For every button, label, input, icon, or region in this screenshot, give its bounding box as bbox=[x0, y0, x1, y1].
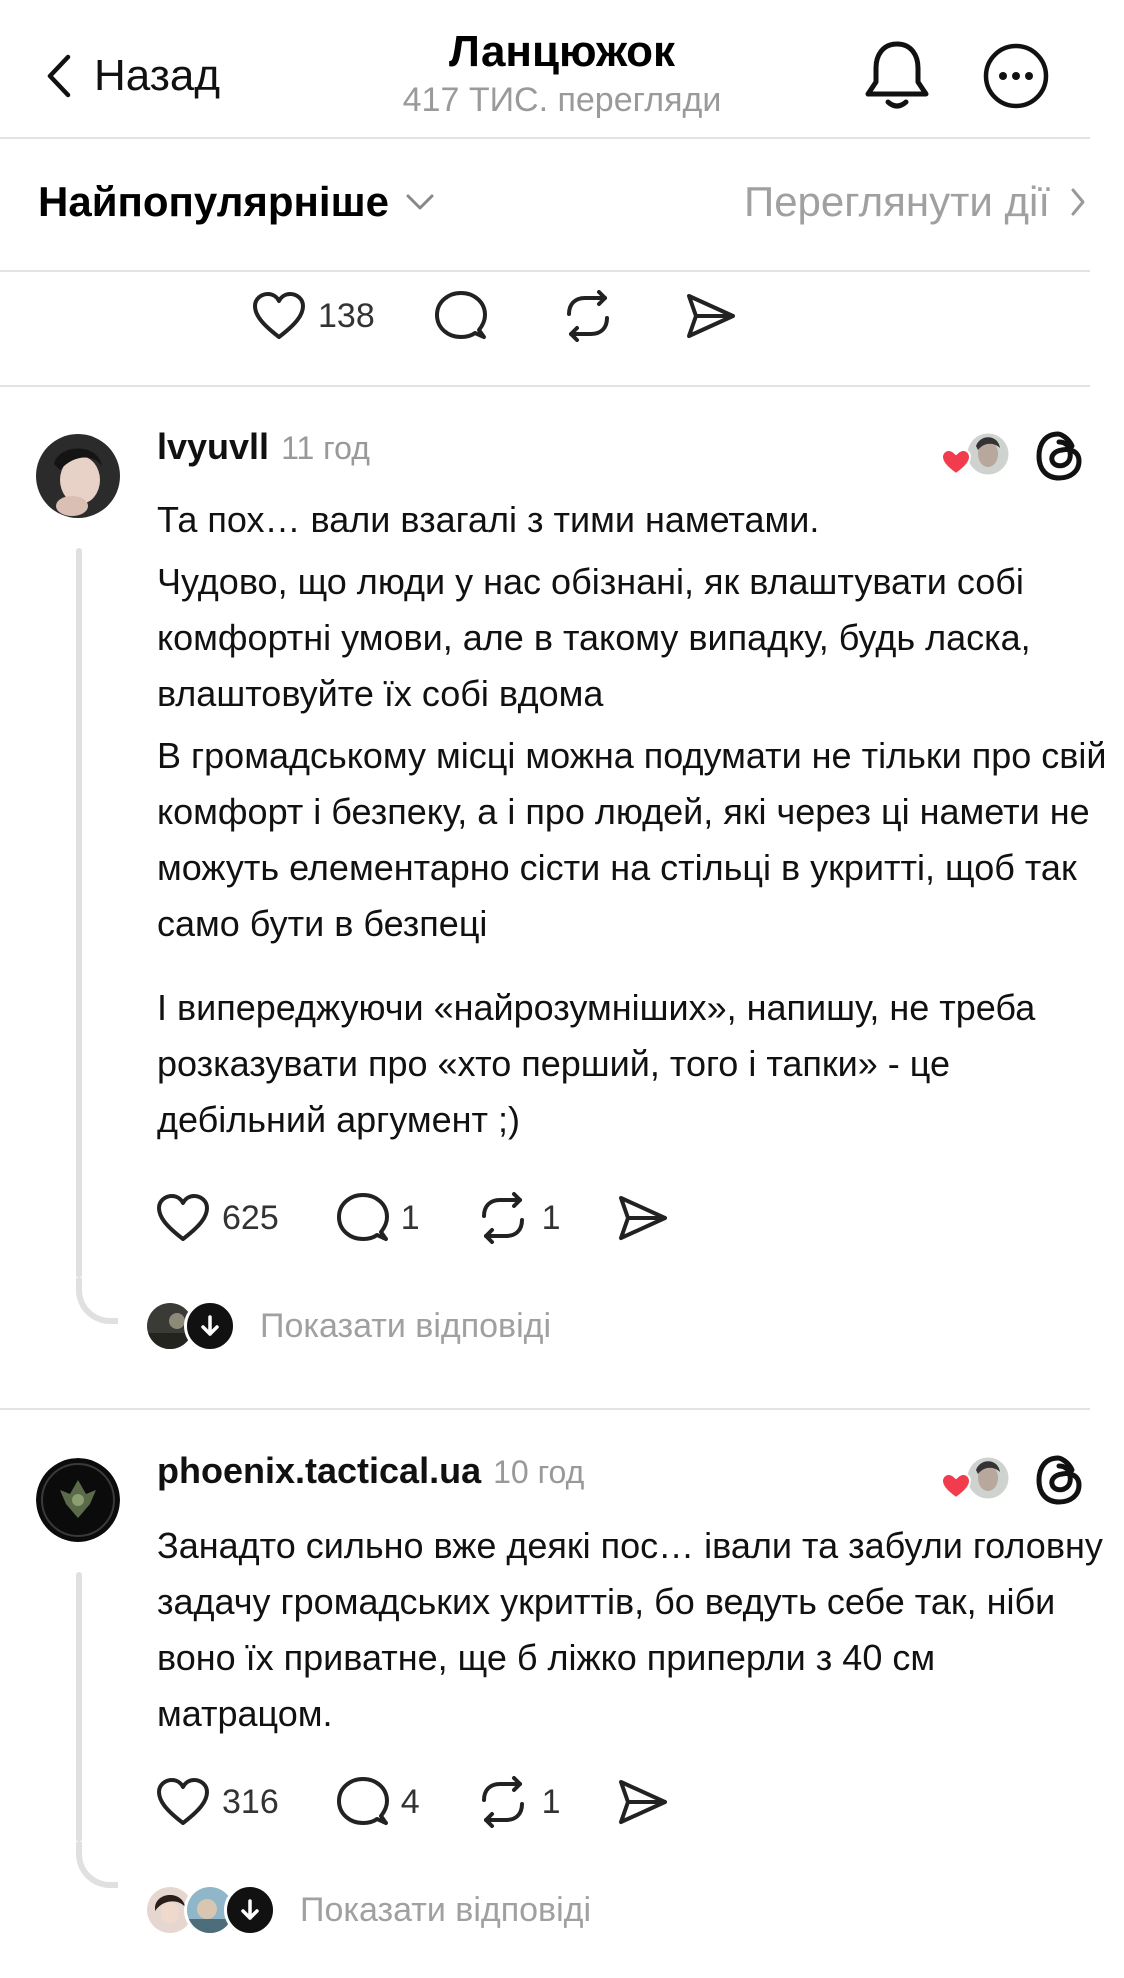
liked-by-indicator bbox=[940, 428, 1012, 484]
threads-logo-icon bbox=[1036, 431, 1082, 481]
thread-line-curve bbox=[76, 1278, 118, 1324]
post-body: Та пох… вали взагалі з тими наметами. Чу… bbox=[157, 492, 1117, 1148]
post-paragraph: Занадто сильно вже деякі пос… івали та з… bbox=[157, 1525, 1103, 1734]
liked-by-indicator bbox=[940, 1452, 1012, 1508]
comment-icon bbox=[336, 1777, 389, 1825]
repost-icon bbox=[481, 1776, 524, 1828]
repost-count: 1 bbox=[541, 1782, 561, 1821]
show-replies-label: Показати відповіді bbox=[260, 1306, 552, 1345]
like-button[interactable]: 625 bbox=[156, 1193, 279, 1243]
post-paragraph: В громадському місці можна подумати не т… bbox=[157, 735, 1107, 944]
like-count: 625 bbox=[222, 1198, 279, 1237]
header-divider bbox=[0, 137, 1090, 139]
comment-count: 4 bbox=[400, 1782, 420, 1821]
sort-dropdown[interactable]: Найпопулярніше bbox=[38, 178, 435, 226]
share-button[interactable] bbox=[685, 292, 737, 340]
share-icon bbox=[686, 294, 735, 338]
expand-replies-icon bbox=[224, 1884, 276, 1936]
expand-replies-icon bbox=[184, 1300, 236, 1352]
threads-logo-button[interactable] bbox=[1034, 428, 1086, 489]
post-divider bbox=[0, 1408, 1090, 1410]
share-button[interactable] bbox=[617, 1778, 669, 1826]
threads-logo-icon bbox=[1036, 1455, 1082, 1505]
sort-label: Найпопулярніше bbox=[38, 178, 389, 225]
post-body: Занадто сильно вже деякі пос… івали та з… bbox=[157, 1518, 1117, 1742]
repost-button[interactable]: 1 bbox=[476, 1192, 561, 1244]
post-actions: 316 4 1 bbox=[156, 1776, 669, 1828]
share-button[interactable] bbox=[617, 1194, 669, 1242]
thread-line bbox=[76, 548, 82, 1278]
like-button[interactable]: 138 bbox=[252, 291, 375, 341]
repost-button[interactable] bbox=[561, 290, 615, 342]
share-icon bbox=[618, 1780, 667, 1824]
username[interactable]: phoenix.tactical.ua bbox=[157, 1450, 481, 1492]
liked-by-icon bbox=[940, 1454, 1012, 1502]
post-paragraph: І випереджуючи «найрозумніших», напишу, … bbox=[157, 987, 1036, 1140]
comment-icon bbox=[336, 1193, 389, 1241]
share-icon bbox=[618, 1196, 667, 1240]
page-title: Ланцюжок bbox=[448, 27, 676, 76]
show-replies-button[interactable]: Показати відповіді bbox=[144, 1300, 551, 1352]
post-paragraph: Чудово, що люди у нас обізнані, як влашт… bbox=[157, 561, 1031, 714]
timestamp: 10 год bbox=[493, 1454, 585, 1490]
header-title-block: Ланцюжок 417 ТИС. перегляди bbox=[300, 26, 824, 122]
like-button[interactable]: 316 bbox=[156, 1777, 279, 1827]
thread-line-curve bbox=[76, 1842, 118, 1888]
avatar[interactable] bbox=[36, 1458, 120, 1542]
post-divider bbox=[0, 385, 1090, 387]
comment-icon bbox=[434, 291, 487, 339]
bell-button[interactable] bbox=[862, 36, 932, 112]
comment-button[interactable]: 4 bbox=[336, 1776, 420, 1828]
show-replies-button[interactable]: Показати відповіді bbox=[144, 1884, 591, 1936]
heart-icon bbox=[253, 292, 305, 339]
chevron-down-icon bbox=[406, 194, 434, 210]
more-options-button[interactable] bbox=[982, 42, 1050, 110]
thread-line bbox=[76, 1572, 82, 1842]
post-actions: 625 1 1 bbox=[156, 1192, 669, 1244]
post-paragraph: Та пох… вали взагалі з тими наметами. bbox=[157, 499, 820, 540]
repost-icon bbox=[566, 290, 609, 342]
timestamp: 11 год bbox=[281, 430, 370, 466]
bell-icon bbox=[865, 41, 929, 109]
parent-post-actions: 138 bbox=[252, 290, 737, 342]
heart-icon bbox=[157, 1778, 209, 1825]
comment-button[interactable]: 1 bbox=[336, 1192, 420, 1244]
avatar[interactable] bbox=[36, 434, 120, 518]
view-count: 417 ТИС. перегляди bbox=[402, 81, 722, 119]
more-horizontal-icon bbox=[983, 43, 1049, 109]
back-label: Назад bbox=[94, 51, 221, 100]
chevron-left-icon bbox=[47, 54, 71, 98]
comment-count: 1 bbox=[400, 1198, 420, 1237]
liked-by-icon bbox=[940, 430, 1012, 478]
chevron-right-icon bbox=[1071, 188, 1085, 216]
view-actions-label: Переглянути дії bbox=[744, 178, 1050, 225]
comment-button[interactable] bbox=[434, 290, 487, 342]
show-replies-label: Показати відповіді bbox=[300, 1890, 592, 1929]
repost-button[interactable]: 1 bbox=[476, 1776, 561, 1828]
post-header: lvyuvll 11 год bbox=[157, 426, 370, 468]
repost-count: 1 bbox=[541, 1198, 561, 1237]
sort-divider bbox=[0, 270, 1090, 272]
username[interactable]: lvyuvll bbox=[157, 426, 269, 468]
repost-icon bbox=[481, 1192, 524, 1244]
like-count: 316 bbox=[222, 1782, 279, 1821]
view-actions-link[interactable]: Переглянути дії bbox=[744, 178, 1086, 226]
post-header: phoenix.tactical.ua 10 год bbox=[157, 1450, 584, 1492]
threads-logo-button[interactable] bbox=[1034, 1452, 1086, 1513]
back-button[interactable]: Назад bbox=[44, 48, 220, 104]
like-count: 138 bbox=[318, 296, 375, 335]
heart-icon bbox=[157, 1194, 209, 1241]
